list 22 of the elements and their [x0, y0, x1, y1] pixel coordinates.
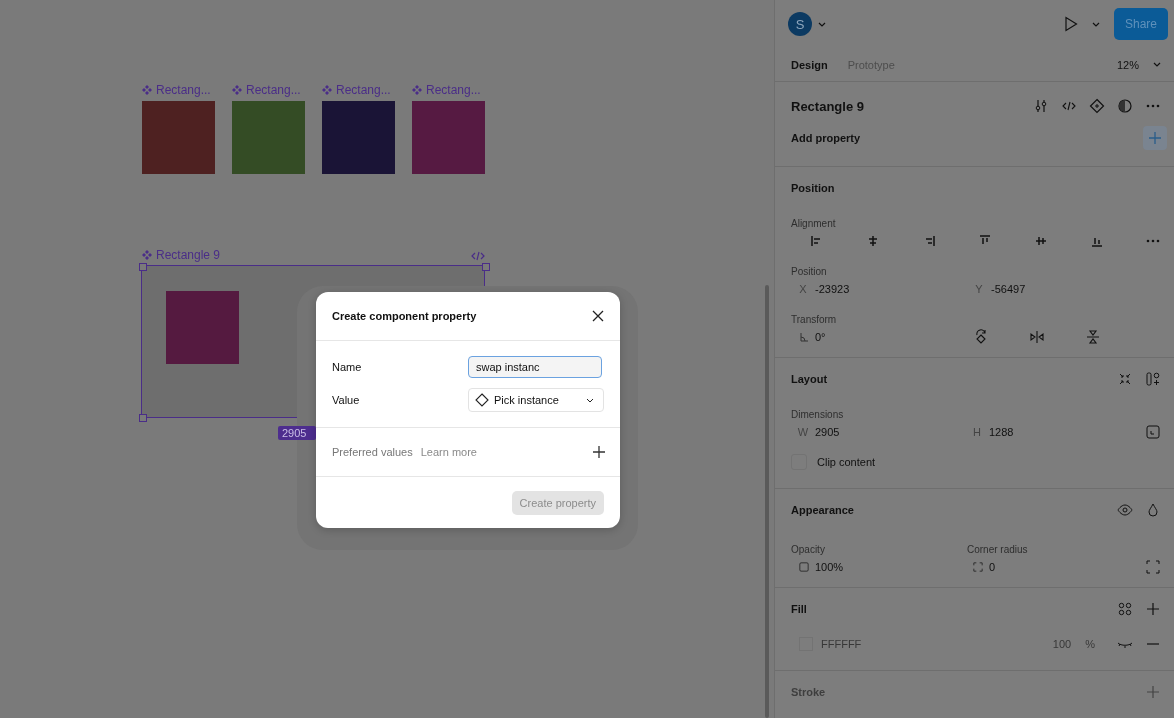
percent-sign: %: [1085, 638, 1095, 650]
field-label: Transform: [791, 314, 837, 325]
dialog-title: Create component property: [332, 310, 478, 322]
field-label: Opacity: [791, 544, 825, 555]
size-badge: 2905: [278, 426, 316, 440]
section-heading: Position: [791, 182, 835, 194]
field-label: Dimensions: [791, 409, 844, 420]
checkbox-label: Clip content: [817, 456, 876, 468]
field-label: Corner radius: [967, 544, 1028, 555]
field-label: Position: [791, 266, 827, 277]
section-heading: Fill: [791, 603, 807, 615]
field-label: Value: [332, 394, 361, 406]
section-heading: Appearance: [791, 504, 854, 516]
layer-name: Rectangle 9: [791, 98, 864, 114]
field-prefix: W: [796, 426, 810, 438]
field-label: Alignment: [791, 218, 836, 229]
section-heading: Layout: [791, 373, 828, 385]
field-prefix: H: [972, 426, 982, 438]
preferred-values-label: Preferred values: [332, 446, 413, 458]
field-label: Name: [332, 361, 363, 373]
section-heading: Stroke: [791, 686, 826, 698]
add-property-label: Add property: [791, 132, 861, 144]
